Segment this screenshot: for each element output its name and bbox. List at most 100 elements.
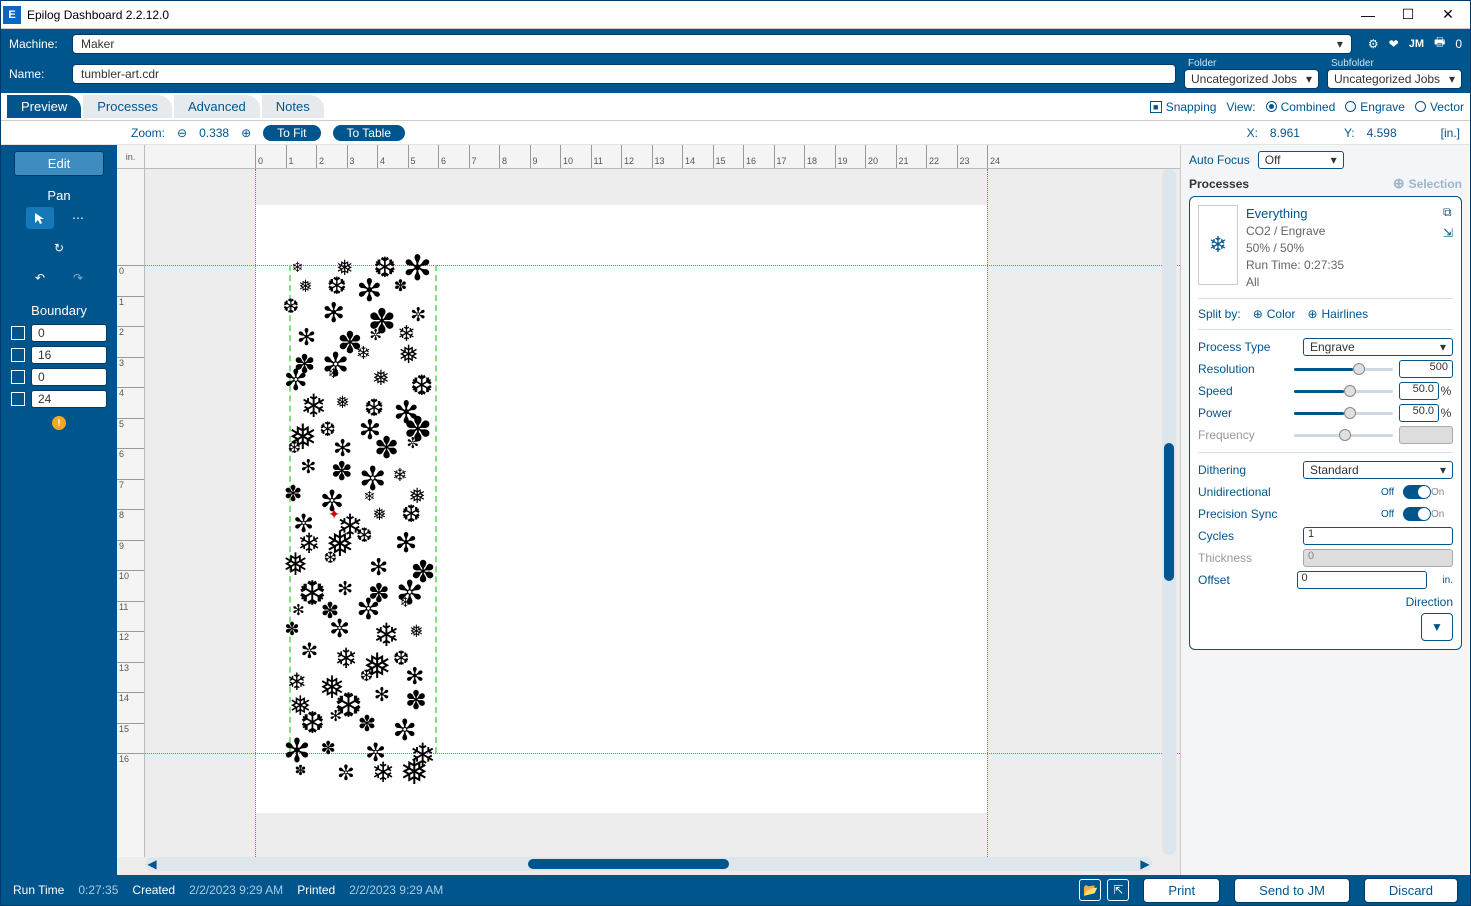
boundary-width-input[interactable]: 24	[31, 390, 107, 408]
thickness-label: Thickness	[1198, 551, 1288, 565]
redo-tool[interactable]: ↷	[64, 267, 92, 289]
jm-icon[interactable]: JM	[1409, 38, 1424, 50]
tab-notes[interactable]: Notes	[262, 95, 324, 118]
precision-sync-on: On	[1431, 509, 1453, 520]
processes-heading: Processes	[1189, 177, 1249, 191]
speed-slider[interactable]	[1294, 384, 1393, 398]
maximize-button[interactable]: ☐	[1388, 2, 1428, 28]
folder-select[interactable]: Uncategorized Jobs▾	[1184, 69, 1319, 89]
machine-value: Maker	[81, 37, 114, 51]
autofocus-select[interactable]: Off▾	[1258, 151, 1344, 169]
refresh-tool[interactable]: ↻	[45, 237, 73, 259]
splitby-color[interactable]: ⊕ Color	[1253, 307, 1296, 321]
merge-icon[interactable]: ⇲	[1443, 226, 1453, 240]
minimize-button[interactable]: —	[1348, 2, 1388, 28]
autofocus-label: Auto Focus	[1189, 153, 1250, 167]
frequency-label: Frequency	[1198, 428, 1288, 442]
name-label: Name:	[9, 67, 64, 81]
boundary-top-input[interactable]: 0	[31, 324, 107, 342]
activity-icon[interactable]: ❤	[1389, 37, 1399, 51]
radio-icon	[1415, 101, 1426, 112]
tab-preview[interactable]: Preview	[7, 95, 81, 118]
boundary-height-input[interactable]: 16	[31, 346, 107, 364]
speed-input[interactable]: 50.0	[1399, 382, 1439, 400]
cycles-input[interactable]: 1	[1303, 527, 1453, 545]
precision-sync-off: Off	[1381, 509, 1403, 520]
cycles-label: Cycles	[1198, 529, 1288, 543]
plus-icon: ⊕	[1307, 307, 1317, 321]
resolution-slider[interactable]	[1294, 362, 1393, 376]
close-button[interactable]: ✕	[1428, 2, 1468, 28]
process-type-select[interactable]: Engrave▾	[1303, 338, 1453, 356]
view-combined[interactable]: Combined	[1266, 100, 1336, 114]
duplicate-icon[interactable]: ⧉	[1443, 205, 1453, 220]
process-thumbnail[interactable]: ❄	[1198, 205, 1238, 285]
snapping-toggle[interactable]: ■ Snapping	[1150, 100, 1217, 114]
print-button[interactable]: Print	[1143, 878, 1220, 903]
printed-value: 2/2/2023 9:29 AM	[349, 883, 443, 897]
arrow-left-icon[interactable]: ◀	[145, 857, 159, 871]
dithering-label: Dithering	[1198, 463, 1288, 477]
unidirectional-on: On	[1431, 487, 1453, 498]
splitby-hairlines[interactable]: ⊕ Hairlines	[1307, 307, 1368, 321]
undo-tool[interactable]: ↶	[26, 267, 54, 289]
boundary-top-icon	[11, 326, 25, 340]
tab-advanced[interactable]: Advanced	[174, 95, 260, 118]
coord-y-value: 4.598	[1367, 126, 1397, 140]
plus-icon: ⊕	[1253, 307, 1263, 321]
select-tool[interactable]	[26, 207, 54, 229]
export-icon[interactable]: ⇱	[1107, 879, 1129, 901]
ruler-vertical: 012345678910111213141516	[117, 169, 145, 857]
zoom-value[interactable]: 0.338	[199, 126, 229, 140]
precision-sync-toggle[interactable]	[1403, 507, 1431, 521]
marquee-tool[interactable]: ⋯	[64, 207, 92, 229]
scrollbar-horizontal[interactable]: ◀ ▶	[145, 857, 1152, 871]
offset-unit: in.	[1435, 575, 1453, 586]
created-label: Created	[132, 883, 175, 897]
offset-input[interactable]: 0	[1297, 571, 1427, 589]
zoom-totable-button[interactable]: To Table	[333, 125, 405, 141]
scrollbar-vertical[interactable]	[1162, 169, 1176, 855]
power-label: Power	[1198, 406, 1288, 420]
view-vector[interactable]: Vector	[1415, 100, 1464, 114]
process-name[interactable]: Everything	[1246, 205, 1435, 223]
power-input[interactable]: 50.0	[1399, 404, 1439, 422]
boundary-left-input[interactable]: 0	[31, 368, 107, 386]
power-slider[interactable]	[1294, 406, 1393, 420]
folder-label: Folder	[1184, 58, 1319, 69]
gear-icon[interactable]: ⚙	[1368, 37, 1379, 51]
zoom-tofit-button[interactable]: To Fit	[263, 125, 320, 141]
view-engrave[interactable]: Engrave	[1345, 100, 1405, 114]
machine-select[interactable]: Maker ▾	[72, 34, 1352, 54]
selection-toggle[interactable]: ⊕ Selection	[1393, 175, 1462, 192]
dithering-select[interactable]: Standard▾	[1303, 461, 1453, 479]
resolution-label: Resolution	[1198, 362, 1288, 376]
unidirectional-toggle[interactable]	[1403, 485, 1431, 499]
arrow-right-icon[interactable]: ▶	[1138, 857, 1152, 871]
machine-label: Machine:	[9, 37, 64, 51]
laser-origin-marker[interactable]: ✦	[328, 506, 340, 523]
chevron-down-icon: ▾	[1440, 340, 1446, 354]
zoom-out-icon[interactable]: ⊖	[177, 126, 187, 140]
direction-button[interactable]: ▼	[1421, 613, 1453, 641]
send-to-jm-button[interactable]: Send to JM	[1234, 878, 1350, 903]
canvas[interactable]: ❄❅❆✻❅❆✻✽❆✻✽✼✻✽✼❄✽✼❄❅✼❄❅❆❄❅❆✻❅❆✻✽❆✻✽✼✻✽✼❄…	[145, 169, 1180, 857]
app-icon: E	[3, 6, 21, 24]
chevron-down-icon: ▾	[1331, 153, 1337, 167]
warning-icon[interactable]: !	[52, 416, 66, 430]
zoom-label: Zoom:	[131, 126, 165, 140]
folder-open-icon[interactable]: 📂	[1079, 879, 1101, 901]
chevron-down-icon: ▾	[1306, 72, 1312, 86]
tab-processes[interactable]: Processes	[83, 95, 172, 118]
name-input[interactable]: tumbler-art.cdr	[72, 64, 1176, 84]
subfolder-select[interactable]: Uncategorized Jobs▾	[1327, 69, 1462, 89]
zoom-in-icon[interactable]: ⊕	[241, 126, 251, 140]
resolution-input[interactable]: 500	[1399, 360, 1453, 378]
discard-button[interactable]: Discard	[1364, 878, 1458, 903]
boundary-height-icon	[11, 348, 25, 362]
edit-button[interactable]: Edit	[14, 151, 104, 176]
printer-icon[interactable]: 🖶	[1434, 33, 1445, 54]
frequency-slider	[1294, 428, 1393, 442]
chevron-down-icon: ▾	[1440, 463, 1446, 477]
ruler-unit: in.	[117, 145, 145, 169]
